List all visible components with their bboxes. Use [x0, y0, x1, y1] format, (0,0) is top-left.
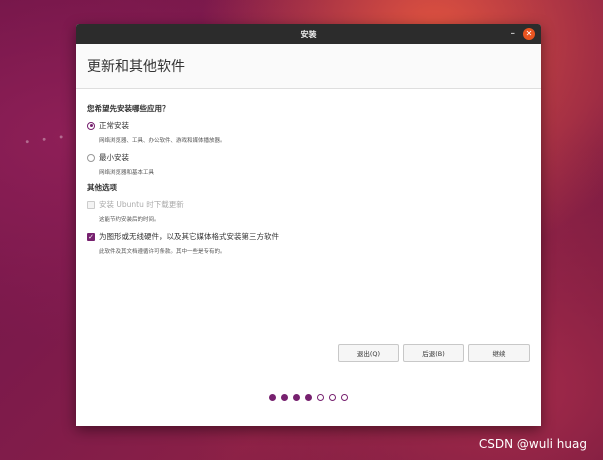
minimal-install-radio[interactable]: [87, 153, 95, 162]
back-button[interactable]: 后退(B): [403, 344, 464, 362]
progress-indicator: [76, 394, 541, 401]
minimal-install-label[interactable]: 最小安装: [99, 152, 129, 163]
progress-dot-pending: [317, 394, 324, 401]
button-bar: 退出(Q) 后退(B) 继续: [338, 344, 530, 362]
download-updates-label: 安装 Ubuntu 时下载更新: [99, 200, 184, 209]
progress-dot-pending: [329, 394, 336, 401]
download-updates-description: 这能节约安装后的时间。: [99, 217, 160, 223]
content-area: 您希望先安装哪些应用？ 正常安装 网络浏览器、工具、办公软件、游戏和媒体播放器。…: [76, 89, 541, 255]
install-question: 您希望先安装哪些应用？: [87, 104, 170, 113]
watermark: CSDN @wuli huag: [478, 437, 587, 451]
minimal-install-description: 网络浏览器和基本工具: [99, 170, 155, 176]
third-party-description: 此软件及其文档遵循许可条款。其中一些是专有的。: [99, 249, 226, 255]
download-updates-option: 安装 Ubuntu 时下载更新: [87, 199, 531, 210]
titlebar: 安装 – ✕: [76, 24, 541, 44]
continue-button[interactable]: 继续: [468, 344, 530, 362]
progress-dot-pending: [341, 394, 348, 401]
third-party-label[interactable]: 为图形或无线硬件，以及其它媒体格式安装第三方软件: [99, 231, 279, 242]
progress-dot-complete: [281, 394, 288, 401]
download-updates-checkbox: [87, 200, 95, 209]
installer-window: 安装 – ✕ 更新和其他软件 您希望先安装哪些应用？ 正常安装 网络浏览器、工具…: [76, 24, 541, 426]
page-header: 更新和其他软件: [76, 44, 541, 89]
normal-install-description: 网络浏览器、工具、办公软件、游戏和媒体播放器。: [99, 138, 226, 144]
minimal-install-option[interactable]: 最小安装: [87, 152, 531, 163]
normal-install-option[interactable]: 正常安装: [87, 120, 531, 131]
page-title: 更新和其他软件: [87, 59, 185, 75]
window-title: 安装: [300, 29, 317, 39]
window-controls: – ✕: [511, 27, 535, 41]
normal-install-radio[interactable]: [87, 121, 95, 130]
normal-install-label[interactable]: 正常安装: [99, 120, 129, 131]
close-icon[interactable]: ✕: [523, 28, 535, 40]
third-party-checkbox[interactable]: ✓: [87, 232, 95, 241]
progress-dot-complete: [293, 394, 300, 401]
minimize-icon[interactable]: –: [511, 27, 516, 41]
quit-button[interactable]: 退出(Q): [338, 344, 399, 362]
other-options-title: 其他选项: [87, 183, 117, 192]
progress-dot-complete: [305, 394, 312, 401]
third-party-option[interactable]: ✓ 为图形或无线硬件，以及其它媒体格式安装第三方软件: [87, 231, 531, 242]
progress-dot-complete: [269, 394, 276, 401]
